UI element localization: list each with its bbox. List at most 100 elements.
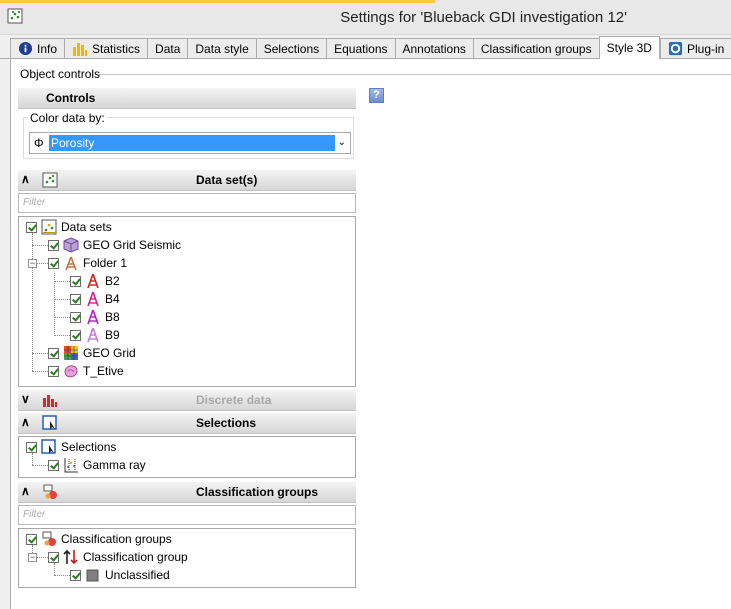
tree-item-b4[interactable]: B4 [70, 290, 120, 308]
tree-item-label: Classification groups [61, 532, 172, 546]
well-icon [87, 291, 99, 307]
selections-header[interactable]: ∧ Selections [18, 413, 356, 434]
gray-square-icon [86, 569, 99, 582]
checkbox[interactable] [70, 329, 81, 341]
tree-connector [54, 575, 70, 576]
color-data-dropdown[interactable]: Φ Porosity ⌄ [29, 132, 351, 154]
tab-equations[interactable]: Equations [326, 38, 395, 58]
tree-item-geo-grid-seismic[interactable]: GEO Grid Seismic [48, 236, 181, 254]
tab-statistics[interactable]: Statistics [64, 38, 148, 58]
checkbox[interactable] [70, 275, 81, 287]
collapse-group-button[interactable]: − [28, 553, 37, 562]
datasets-icon [41, 219, 57, 235]
crossplot-icon [64, 458, 78, 473]
tab-data-style[interactable]: Data style [187, 38, 256, 58]
tree-item-label: Gamma ray [83, 458, 146, 472]
tree-item-label: B9 [105, 328, 120, 342]
tree-item-b9[interactable]: B9 [70, 326, 120, 344]
tree-item-data-sets[interactable]: Data sets [26, 218, 112, 236]
collapse-folder-button[interactable]: − [28, 259, 37, 268]
checkbox[interactable] [26, 533, 37, 545]
tab-data[interactable]: Data [147, 38, 188, 58]
tree-connector [32, 245, 48, 246]
folder-icon [65, 256, 77, 271]
info-icon [18, 41, 33, 56]
tab-plug-in[interactable]: Plug-in [659, 38, 731, 58]
tree-item-label: B8 [105, 310, 120, 324]
datasets-header[interactable]: ∧ Data set(s) [18, 170, 356, 191]
tab-info-label: Info [37, 41, 58, 56]
selections-header-label: Selections [196, 416, 257, 430]
seismic-cube-icon [63, 237, 79, 253]
tree-item-t-etive[interactable]: T_Etive [48, 362, 124, 380]
tree-item-gamma-ray[interactable]: Gamma ray [48, 456, 146, 474]
tree-item-classification-group[interactable]: Classification group [48, 548, 188, 566]
collapse-chevron-icon[interactable]: ∧ [21, 415, 35, 429]
tree-connector [37, 557, 48, 558]
classification-groups-icon [42, 531, 56, 546]
checkbox[interactable] [48, 551, 59, 563]
title-bar: Settings for 'Blueback GDI investigation… [0, 0, 731, 35]
collapse-chevron-icon[interactable]: ∧ [21, 484, 35, 498]
object-controls-label: Object controls [20, 67, 101, 81]
tree-connector [54, 281, 70, 282]
checkbox[interactable] [48, 459, 59, 471]
tree-item-unclassified[interactable]: Unclassified [70, 566, 170, 584]
checkbox[interactable] [70, 311, 81, 323]
datasets-filter-input[interactable]: Filter [18, 193, 356, 213]
checkbox[interactable] [48, 347, 59, 359]
classification-groups-icon [43, 484, 57, 499]
tab-strip: Info Statistics Data Data style Selectio… [10, 36, 731, 59]
tab-plug-in-label: Plug-in [686, 41, 725, 56]
color-data-label: Color data by: [28, 111, 107, 125]
tree-item-label: Unclassified [105, 568, 170, 582]
well-icon [87, 327, 99, 343]
tab-selections[interactable]: Selections [255, 38, 327, 58]
checkbox[interactable] [48, 257, 59, 269]
tab-classification-groups-label: Classification groups [480, 41, 592, 56]
classification-groups-header[interactable]: ∧ Classification groups [18, 482, 356, 503]
checkbox[interactable] [70, 293, 81, 305]
tree-connector [54, 317, 70, 318]
checkbox[interactable] [48, 239, 59, 251]
datasets-header-icon [42, 172, 58, 188]
tree-connector [54, 335, 70, 336]
tree-item-selections[interactable]: Selections [26, 438, 116, 456]
tab-style-3d[interactable]: Style 3D [598, 36, 660, 59]
tab-annotations[interactable]: Annotations [394, 38, 473, 58]
checkbox[interactable] [48, 365, 59, 377]
plugin-icon [668, 41, 683, 56]
tab-info[interactable]: Info [10, 38, 65, 58]
tree-item-b2[interactable]: B2 [70, 272, 120, 290]
chevron-down-icon[interactable]: ⌄ [338, 137, 346, 148]
tree-item-label: Classification group [83, 550, 188, 564]
window-title: Settings for 'Blueback GDI investigation… [340, 9, 627, 26]
tree-item-label: Folder 1 [83, 256, 128, 270]
tree-item-label: Selections [61, 440, 117, 454]
tree-item-classification-groups[interactable]: Classification groups [26, 530, 172, 548]
checkbox[interactable] [70, 569, 81, 581]
controls-header-label: Controls [46, 91, 96, 105]
collapse-chevron-icon[interactable]: ∧ [21, 172, 35, 186]
checkbox[interactable] [26, 221, 37, 233]
tab-classification-groups[interactable]: Classification groups [472, 38, 599, 58]
tree-item-label: GEO Grid Seismic [83, 238, 182, 252]
tree-connector [37, 263, 48, 264]
checkbox[interactable] [26, 441, 37, 453]
tree-item-geo-grid[interactable]: GEO Grid [48, 344, 136, 362]
expand-chevron-icon[interactable]: ∨ [21, 392, 35, 406]
help-button[interactable]: ? [369, 88, 384, 103]
discrete-data-header[interactable]: ∨ Discrete data [18, 390, 356, 411]
classification-tree: − Classification groups Classification g… [18, 528, 356, 588]
tree-item-label: B2 [105, 274, 120, 288]
color-data-selected-value: Porosity [49, 135, 335, 151]
tree-connector [32, 353, 48, 354]
datasets-header-label: Data set(s) [196, 173, 258, 187]
tree-item-folder-1[interactable]: Folder 1 [48, 254, 127, 272]
tab-style-3d-label: Style 3D [606, 41, 652, 55]
classification-filter-input[interactable]: Filter [18, 505, 356, 525]
tree-connector [32, 371, 48, 372]
selections-icon [42, 415, 57, 430]
tree-item-b8[interactable]: B8 [70, 308, 120, 326]
object-controls-divider [99, 74, 731, 75]
